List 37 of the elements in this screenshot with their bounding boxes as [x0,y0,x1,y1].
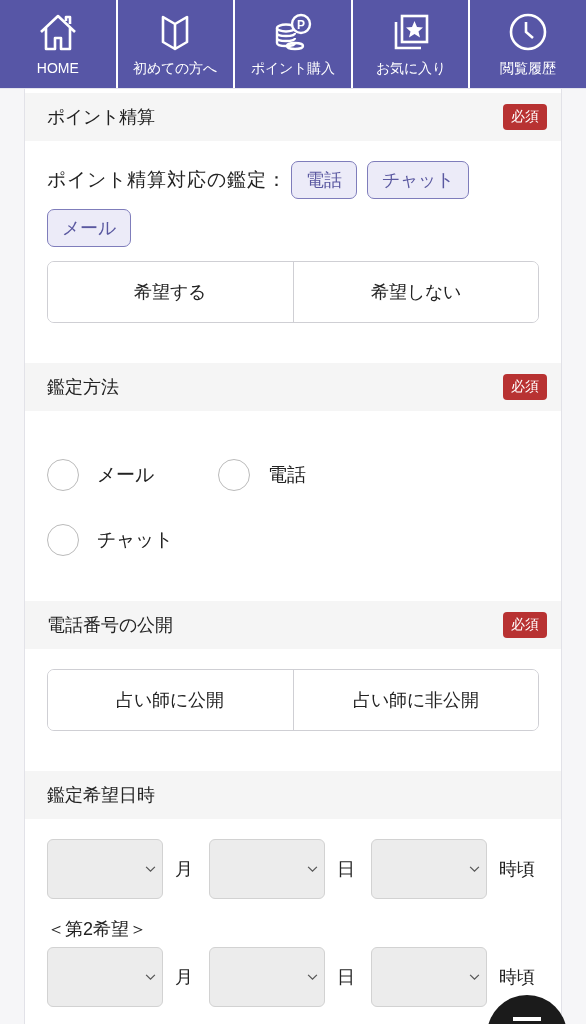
section-title: ポイント精算 [47,106,155,129]
toggle-button[interactable]: 占い師に非公開 [292,670,538,730]
dropdown-field[interactable] [209,839,325,899]
method-tag: チャット [367,161,469,199]
section-title: 鑑定方法 [47,376,119,399]
required-badge: 必須 [503,612,547,638]
method-tag: メール [47,209,131,247]
unit-label: 時頃 [499,966,535,989]
unit-label: 月 [175,966,193,989]
choice-heading: ＜第2希望＞ [47,918,148,941]
dropdown-field[interactable] [47,947,163,1007]
section-title: 電話番号の公開 [47,614,173,637]
nav-item[interactable]: HOME [0,0,116,88]
dropdown-field[interactable] [209,947,325,1007]
note-text: ポイント精算対応の鑑定： [47,168,287,192]
required-badge: 必須 [503,104,547,130]
radio-label[interactable]: メール [97,462,154,488]
dropdown-field[interactable] [371,947,487,1007]
radio-label[interactable]: 電話 [268,462,306,488]
unit-label: 時頃 [499,858,535,881]
dropdown-field[interactable] [371,839,487,899]
unit-label: 日 [337,858,355,881]
chevron-down-icon [307,974,318,981]
unit-label: 日 [337,966,355,989]
radio-label[interactable]: チャット [97,527,173,553]
chevron-down-icon [145,974,156,981]
chevron-down-icon [469,866,480,873]
dropdown-field[interactable] [47,839,163,899]
required-badge: 必須 [503,374,547,400]
unit-label: 月 [175,858,193,881]
chevron-down-icon [469,974,480,981]
chevron-down-icon [145,866,156,873]
chevron-down-icon [307,866,318,873]
method-tag: 電話 [291,161,357,199]
clock-icon [508,12,549,52]
section-title: 鑑定希望日時 [47,784,155,807]
toggle-button[interactable]: 希望しない [292,262,538,322]
